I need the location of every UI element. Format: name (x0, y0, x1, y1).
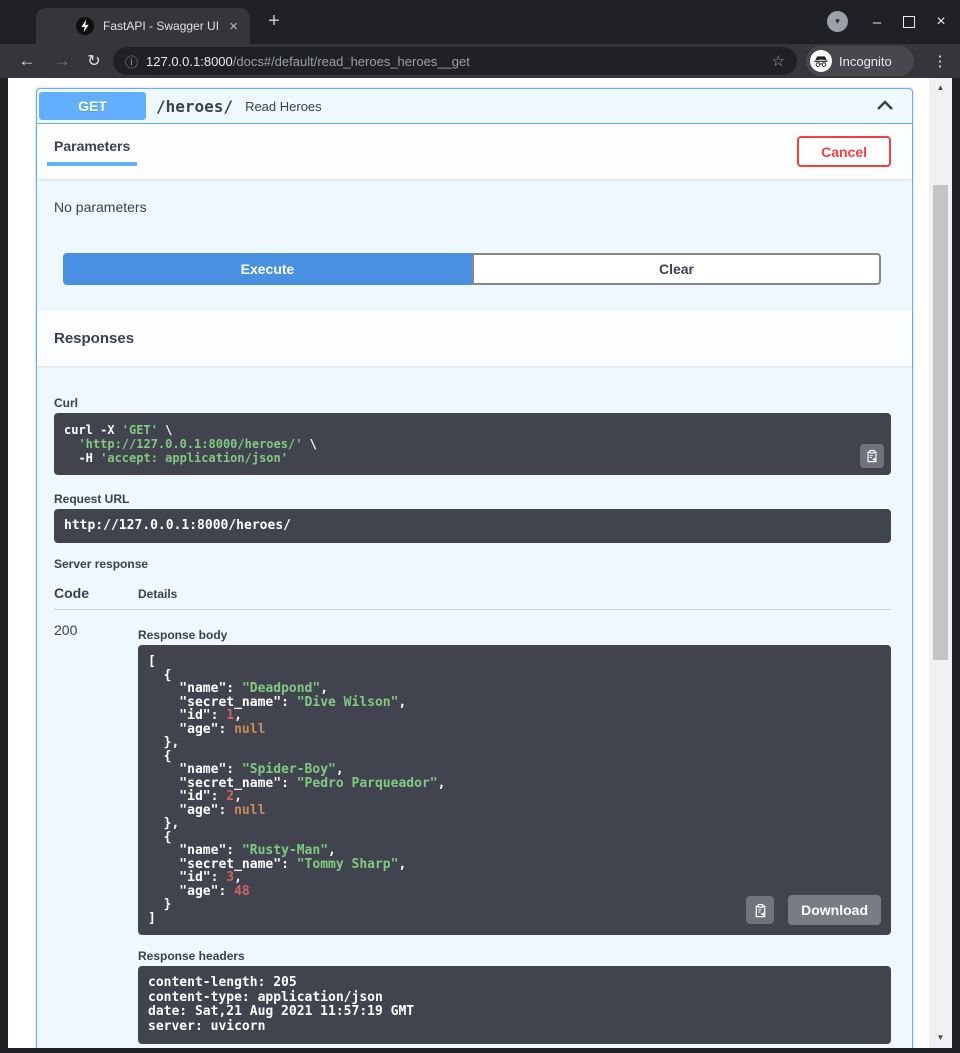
swagger-page: GET /heroes/ Read Heroes Parameters Canc… (8, 78, 929, 1048)
fastapi-favicon-icon (76, 17, 94, 35)
address-bar[interactable]: ⓘ 127.0.0.1:8000/docs#/default/read_hero… (113, 47, 797, 75)
chevron-down-icon: ▾ (835, 17, 840, 26)
execute-button[interactable]: Execute (63, 253, 472, 285)
response-headers-label: Response headers (138, 949, 891, 963)
forward-button[interactable]: → (47, 44, 77, 78)
url-host: 127.0.0.1:8000 (146, 54, 233, 69)
tab-parameters[interactable]: Parameters (47, 124, 137, 166)
scrollbar-thumb[interactable] (933, 185, 948, 660)
collapse-button[interactable] (872, 95, 898, 118)
responses-title: Responses (54, 330, 134, 347)
request-url-block: http://127.0.0.1:8000/heroes/ (54, 509, 891, 543)
site-info-icon[interactable]: ⓘ (125, 52, 138, 71)
copy-response-button[interactable] (746, 896, 774, 924)
cancel-button[interactable]: Cancel (797, 136, 891, 167)
tab-title: FastAPI - Swagger UI (103, 19, 227, 33)
response-headers-block: content-length: 205 content-type: applic… (138, 966, 891, 1044)
response-details: Response body [ { "name": "Deadpond", "s… (138, 622, 891, 1044)
incognito-badge: Incognito (806, 46, 914, 76)
page-scrollbar[interactable]: ▲ ▼ (929, 78, 952, 1048)
curl-command-block: curl -X 'GET' \ 'http://127.0.0.1:8000/h… (54, 413, 891, 475)
server-response-label: Server response (54, 557, 891, 571)
request-url-label: Request URL (54, 492, 891, 506)
reload-button[interactable]: ↻ (79, 44, 109, 78)
tab-close-icon[interactable]: × (227, 17, 240, 36)
no-parameters-text: No parameters (54, 199, 912, 215)
scrollbar-up-arrow[interactable]: ▲ (929, 83, 952, 92)
copy-curl-button[interactable] (860, 444, 884, 468)
chevron-up-icon (876, 99, 894, 111)
response-row-200: 200 Response body [ { "name": "Deadpond"… (54, 610, 891, 1044)
browser-tab-bar: FastAPI - Swagger UI × + ▾ – × (0, 0, 960, 44)
url-text: 127.0.0.1:8000/docs#/default/read_heroes… (146, 54, 764, 69)
media-control-button[interactable]: ▾ (827, 11, 848, 32)
endpoint-summary: Read Heroes (245, 99, 872, 114)
code-column-header: Code (54, 585, 138, 601)
details-column-header: Details (138, 587, 177, 601)
url-path: /docs#/default/read_heroes_heroes__get (233, 54, 470, 69)
download-button[interactable]: Download (788, 895, 881, 925)
parameters-header: Parameters Cancel (37, 124, 912, 179)
execute-row: Execute Clear (63, 253, 881, 285)
clipboard-copy-icon (865, 449, 879, 463)
response-body-label: Response body (138, 628, 891, 642)
clipboard-copy-icon (753, 903, 768, 918)
browser-tab[interactable]: FastAPI - Swagger UI × (36, 8, 250, 44)
window-minimize-button[interactable]: – (862, 0, 892, 44)
bookmark-star-icon[interactable]: ☆ (772, 52, 785, 70)
responses-body: Curl curl -X 'GET' \ 'http://127.0.0.1:8… (37, 396, 912, 1044)
opblock-get-heroes: GET /heroes/ Read Heroes Parameters Canc… (36, 88, 913, 1048)
curl-label: Curl (54, 396, 891, 410)
new-tab-button[interactable]: + (262, 11, 286, 31)
scrollbar-down-arrow[interactable]: ▼ (929, 1033, 952, 1042)
response-body-actions: Download (746, 895, 881, 925)
maximize-icon (903, 16, 915, 28)
endpoint-path: /heroes/ (156, 97, 233, 116)
browser-menu-button[interactable]: ⋮ (927, 44, 953, 78)
back-button[interactable]: ← (12, 44, 42, 78)
responses-section-header: Responses (37, 311, 912, 366)
window-maximize-button[interactable] (894, 0, 924, 44)
response-table-header: Code Details (54, 585, 891, 610)
window-close-button[interactable]: × (926, 0, 956, 44)
http-method-badge: GET (39, 92, 146, 120)
status-code: 200 (54, 622, 138, 1044)
clear-button[interactable]: Clear (472, 253, 881, 285)
response-body-block: [ { "name": "Deadpond", "secret_name": "… (138, 645, 891, 935)
incognito-label: Incognito (839, 54, 892, 69)
opblock-summary[interactable]: GET /heroes/ Read Heroes (37, 89, 912, 124)
incognito-icon (810, 50, 832, 72)
browser-toolbar: ← → ↻ ⓘ 127.0.0.1:8000/docs#/default/rea… (0, 44, 960, 78)
